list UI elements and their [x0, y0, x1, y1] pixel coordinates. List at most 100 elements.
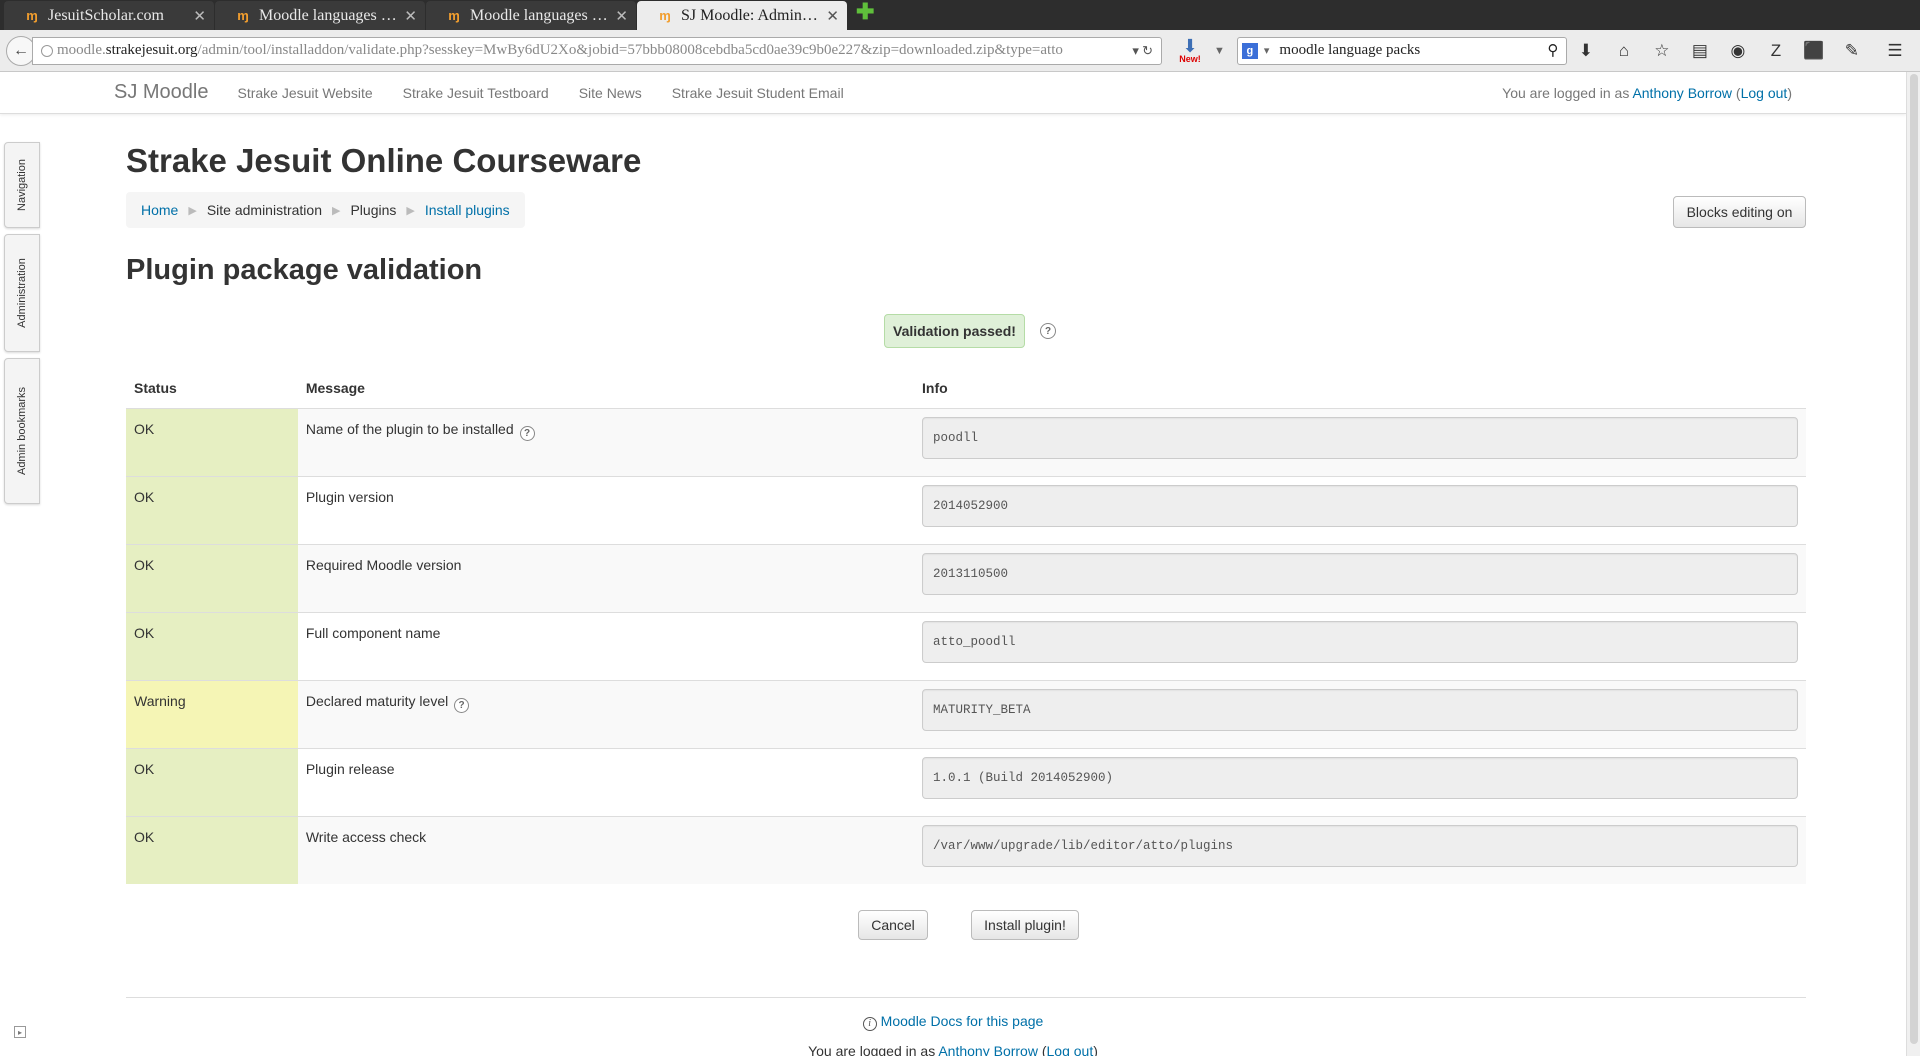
help-icon[interactable]: ? [519, 425, 535, 441]
cancel-button[interactable]: Cancel [858, 910, 928, 940]
url-bar[interactable]: moodle. strakejesuit.org/admin/tool/insta… [32, 36, 1162, 65]
status-cell: OK [126, 747, 298, 816]
table-row: OK Full component name atto_poodll [126, 611, 1806, 680]
bookmark-star-icon[interactable]: ☆ [1643, 41, 1681, 61]
dock-tab-label: Administration [16, 258, 29, 328]
dock-tab-navigation[interactable]: Navigation [4, 142, 40, 228]
nav-link-site-news[interactable]: Site News [579, 85, 642, 101]
help-icon[interactable]: ? [1040, 323, 1056, 339]
message-cell: Declared maturity level ? [297, 679, 914, 748]
info-cell: 2013110500 [914, 543, 1806, 612]
info-value-field: poodll [922, 416, 1798, 459]
menu-hamburger-icon[interactable]: ☰ [1876, 41, 1914, 61]
page-scrollbar[interactable] [1906, 72, 1920, 1056]
home-icon[interactable]: ⌂ [1605, 41, 1643, 61]
message-text: Declared maturity level [305, 692, 449, 709]
dock-tab-admin-bookmarks[interactable]: Admin bookmarks [4, 358, 40, 504]
url-dropdown-and-reload-icon[interactable]: ▾ ↻ [1124, 43, 1161, 59]
info-cell: atto_poodll [914, 611, 1806, 680]
info-value-field: 2013110500 [922, 552, 1798, 595]
user-profile-link[interactable]: Anthony Borrow [1632, 85, 1732, 101]
status-cell: OK [126, 815, 298, 884]
page-viewport: SJ Moodle Strake Jesuit Website Strake J… [0, 72, 1920, 1056]
status-cell: OK [126, 543, 298, 612]
help-icon[interactable]: ? [454, 697, 470, 713]
dock-toggle-icon[interactable]: ▸ [14, 1026, 26, 1038]
site-brand-link[interactable]: SJ Moodle [114, 81, 209, 104]
table-row: Warning Declared maturity level ? MATURI… [126, 679, 1806, 748]
moodle-favicon-icon: ɱ [448, 8, 460, 23]
reading-list-icon[interactable]: ▤ [1681, 41, 1719, 61]
info-cell: /var/www/upgrade/lib/editor/atto/plugins [914, 815, 1806, 884]
validation-status-badge: Validation passed! [884, 314, 1025, 348]
footer-user-link[interactable]: Anthony Borrow [938, 1043, 1038, 1056]
blocks-editing-button[interactable]: Blocks editing on [1673, 196, 1806, 228]
new-tab-plus-icon[interactable]: ✚ [856, 0, 874, 25]
column-header-info: Info [914, 368, 1806, 409]
google-search-engine-icon[interactable]: g [1241, 42, 1258, 59]
info-value-field: MATURITY_BETA [922, 688, 1798, 731]
breadcrumb-home[interactable]: Home [141, 202, 178, 218]
breadcrumb-separator-icon: ▶ [188, 204, 197, 217]
table-row: OK Plugin release 1.0.1 (Build 201405290… [126, 747, 1806, 816]
nav-link-student-email[interactable]: Strake Jesuit Student Email [672, 85, 844, 101]
chevron-down-icon[interactable]: ▾ [1264, 44, 1270, 57]
browser-tab-title: SJ Moodle: Administ… [681, 6, 821, 24]
install-plugin-button[interactable]: Install plugin! [971, 910, 1079, 940]
column-header-message: Message [297, 368, 914, 409]
search-input[interactable]: moodle language packs [1273, 42, 1539, 59]
page-title: Strake Jesuit Online Courseware [126, 142, 642, 179]
url-path: /admin/tool/installaddon/validate.php?se… [197, 42, 1063, 58]
browser-tab[interactable]: ɱ JesuitScholar.com ✕ [4, 1, 214, 30]
breadcrumb-separator-icon: ▶ [406, 204, 415, 217]
url-domain: strakejesuit.org [105, 42, 198, 58]
info-cell: 2014052900 [914, 475, 1806, 544]
footer-logout-link[interactable]: Log out [1047, 1043, 1094, 1056]
close-tab-icon[interactable]: ✕ [193, 7, 206, 25]
close-tab-icon[interactable]: ✕ [404, 7, 417, 25]
info-cell: poodll [914, 407, 1806, 476]
scrollbar-thumb[interactable] [1910, 74, 1918, 1044]
table-row: OK Required Moodle version 2013110500 [126, 543, 1806, 612]
browser-tab-title: Moodle languages po… [259, 6, 399, 24]
url-prefix: moodle. [57, 42, 106, 58]
info-cell: MATURITY_BETA [914, 679, 1806, 748]
zotero-icon[interactable]: Z [1757, 41, 1795, 61]
breadcrumb-install-plugins[interactable]: Install plugins [425, 202, 510, 218]
logout-link[interactable]: Log out [1741, 85, 1788, 101]
close-tab-icon[interactable]: ✕ [615, 7, 628, 25]
breadcrumb: Home ▶ Site administration ▶ Plugins ▶ I… [126, 192, 525, 228]
nav-link-testboard[interactable]: Strake Jesuit Testboard [403, 85, 549, 101]
message-cell: Required Moodle version [297, 543, 914, 612]
breadcrumb-plugins: Plugins [350, 202, 397, 218]
moodle-navbar: SJ Moodle Strake Jesuit Website Strake J… [0, 72, 1906, 114]
close-tab-icon[interactable]: ✕ [826, 7, 839, 25]
globe-icon [41, 44, 53, 57]
download-arrow-icon: ⬇ [1182, 35, 1198, 56]
breadcrumb-separator-icon: ▶ [332, 204, 341, 217]
section-heading: Plugin package validation [126, 254, 483, 286]
download-new-button[interactable]: ⬇ New! [1170, 35, 1210, 64]
pocket-icon[interactable]: ⬛ [1795, 41, 1833, 61]
nav-link-website[interactable]: Strake Jesuit Website [238, 85, 373, 101]
browser-tab-title: Moodle languages po… [470, 6, 610, 24]
search-bar[interactable]: g ▾ moodle language packs ⚲ [1236, 36, 1567, 65]
message-text: Name of the plugin to be installed [305, 420, 514, 437]
browser-tab[interactable]: ɱ Moodle languages po… ✕ [426, 1, 636, 30]
downloads-icon[interactable]: ⬇ [1567, 41, 1605, 61]
message-cell: Name of the plugin to be installed ? [297, 407, 914, 476]
new-badge: New! [1179, 53, 1201, 64]
info-value-field: 1.0.1 (Build 2014052900) [922, 756, 1798, 799]
dock-tab-administration[interactable]: Administration [4, 234, 40, 352]
chevron-down-icon[interactable]: ▼ [1214, 45, 1225, 57]
browser-tab[interactable]: ɱ Moodle languages po… ✕ [215, 1, 425, 30]
info-cell: 1.0.1 (Build 2014052900) [914, 747, 1806, 816]
browser-tab-active[interactable]: ɱ SJ Moodle: Administ… ✕ [637, 1, 847, 30]
search-icon[interactable]: ⚲ [1540, 41, 1566, 60]
table-header-row: Status Message Info [126, 368, 1806, 409]
moodle-docs-link[interactable]: Moodle Docs for this page [881, 1013, 1044, 1029]
info-value-field: atto_poodll [922, 620, 1798, 663]
extension-icon[interactable]: ✎ [1833, 41, 1871, 61]
extension-icon[interactable]: ◉ [1719, 41, 1757, 61]
login-info: You are logged in as Anthony Borrow (Log… [1502, 84, 1792, 101]
